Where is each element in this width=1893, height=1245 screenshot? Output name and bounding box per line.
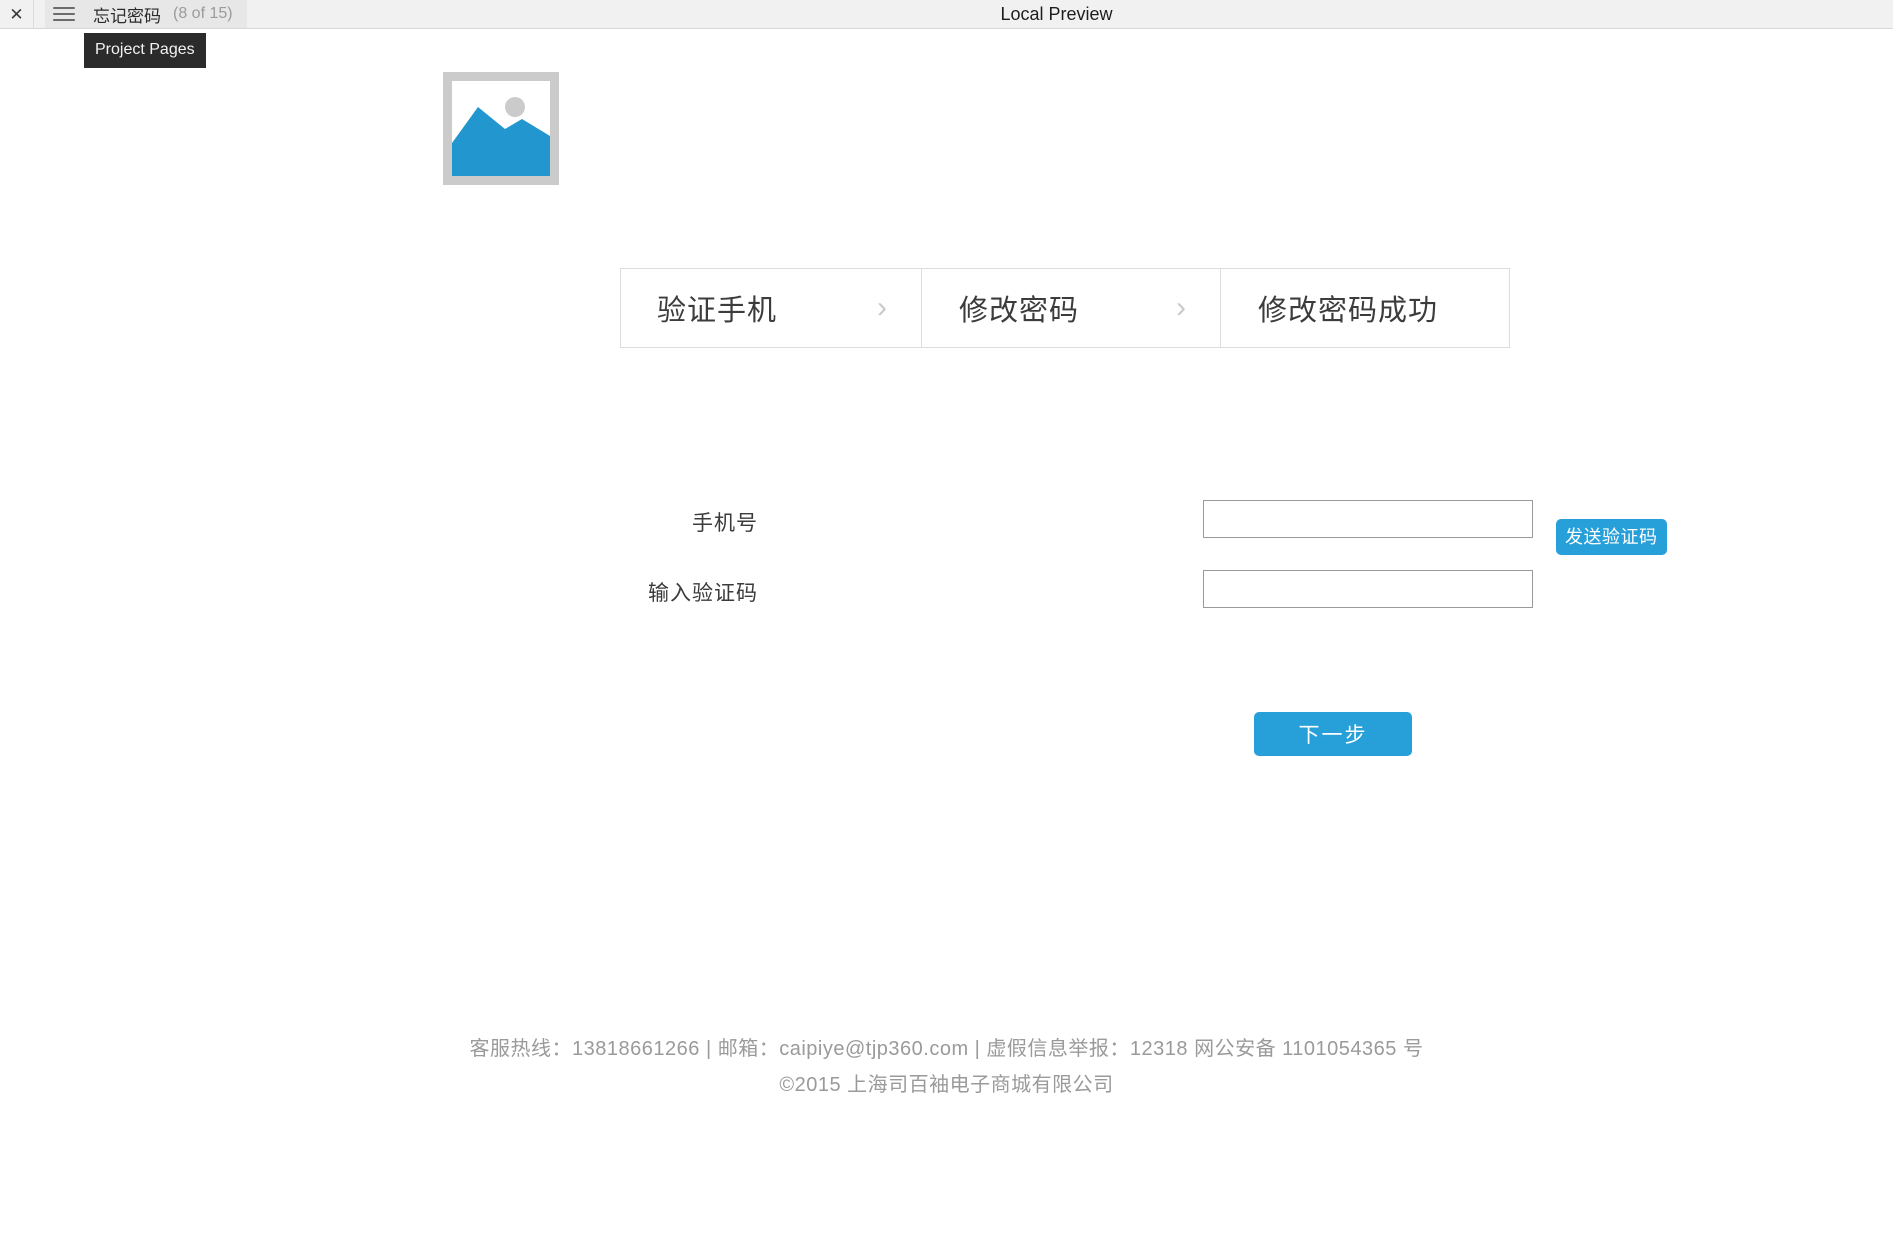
chevron-right-icon: › xyxy=(877,291,887,324)
preview-toolbar: ✕ 忘记密码 (8 of 15) Local Preview xyxy=(0,0,1893,29)
stepper-step-verify-phone[interactable]: 验证手机 › xyxy=(621,269,921,347)
password-reset-stepper: 验证手机 › 修改密码 › 修改密码成功 xyxy=(620,268,1510,348)
stepper-step-label: 验证手机 xyxy=(657,295,778,327)
site-footer: 客服热线：13818661266 | 邮箱：caipiye@tjp360.com… xyxy=(0,1031,1893,1103)
preview-canvas: 验证手机 › 修改密码 › 修改密码成功 手机号 输入验证码 发送验证码 下一步… xyxy=(0,29,1893,1245)
chevron-right-icon: › xyxy=(1176,291,1186,324)
phone-label: 手机号 xyxy=(692,512,758,535)
close-icon[interactable]: ✕ xyxy=(0,0,34,28)
footer-contact-line: 客服热线：13818661266 | 邮箱：caipiye@tjp360.com… xyxy=(469,1038,1424,1060)
stepper-step-change-password[interactable]: 修改密码 › xyxy=(921,269,1220,347)
stepper-step-label: 修改密码 xyxy=(959,295,1080,327)
stepper-step-label: 修改密码成功 xyxy=(1258,295,1439,327)
footer-copyright-line: ©2015 上海司百袖电子商城有限公司 xyxy=(779,1074,1114,1096)
stepper-step-success[interactable]: 修改密码成功 xyxy=(1220,269,1509,347)
verification-code-row: 输入验证码 xyxy=(0,564,1893,634)
password-reset-form: 手机号 输入验证码 xyxy=(0,494,1893,634)
verification-code-input[interactable] xyxy=(1203,570,1533,608)
window-title: Local Preview xyxy=(1000,4,1113,24)
hamburger-icon[interactable] xyxy=(53,6,75,22)
verification-code-label: 输入验证码 xyxy=(648,582,758,605)
current-page-count: (8 of 15) xyxy=(173,5,233,22)
image-placeholder-icon xyxy=(443,72,559,185)
next-step-button[interactable]: 下一步 xyxy=(1254,712,1412,756)
project-pages-tooltip: Project Pages xyxy=(84,33,206,68)
current-page-chip[interactable]: 忘记密码 (8 of 15) xyxy=(45,0,247,28)
current-page-name: 忘记密码 xyxy=(93,6,161,26)
phone-input[interactable] xyxy=(1203,500,1533,538)
send-verification-code-button[interactable]: 发送验证码 xyxy=(1556,519,1667,555)
